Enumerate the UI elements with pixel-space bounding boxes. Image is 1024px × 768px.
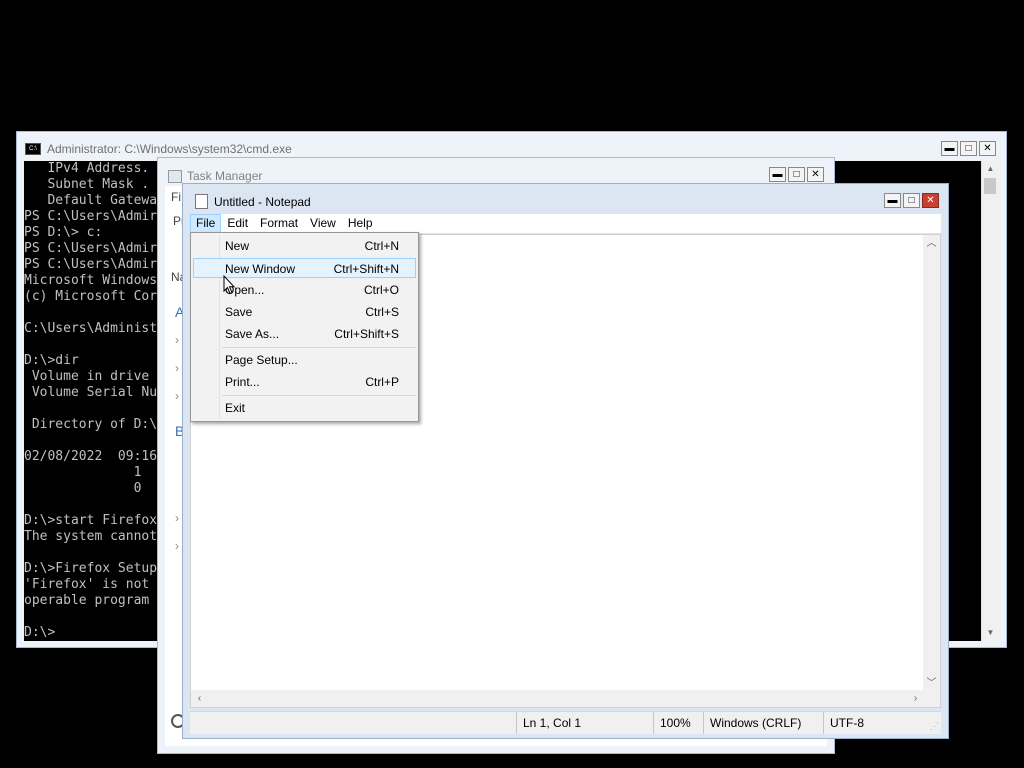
- notepad-titlebar[interactable]: Untitled - Notepad: [195, 194, 311, 209]
- menu-item-label: New Window: [225, 262, 296, 276]
- expand-chevron-icon[interactable]: ›: [175, 361, 179, 375]
- expand-chevron-icon[interactable]: ›: [175, 539, 179, 553]
- menu-separator: [222, 347, 416, 348]
- menu-view[interactable]: View: [304, 214, 342, 233]
- notepad-title: Untitled - Notepad: [214, 194, 311, 209]
- cmd-maximize-button[interactable]: □: [960, 141, 977, 156]
- menu-edit[interactable]: Edit: [221, 214, 254, 233]
- status-position: Ln 1, Col 1: [516, 712, 641, 734]
- task-manager-icon: [168, 169, 182, 183]
- status-line-ending: Windows (CRLF): [703, 712, 820, 734]
- mouse-pointer-icon: [223, 275, 235, 295]
- notepad-status-bar: Ln 1, Col 1 100% Windows (CRLF) UTF-8 ⋰: [190, 711, 941, 734]
- menu-file[interactable]: File: [190, 214, 222, 233]
- menu-item-shortcut: Ctrl+S: [365, 305, 399, 319]
- expand-chevron-icon[interactable]: ›: [175, 389, 179, 403]
- file-menu-dropdown: New Ctrl+N New Window Ctrl+Shift+N Open.…: [190, 232, 419, 422]
- menu-help[interactable]: Help: [342, 214, 379, 233]
- notepad-maximize-button[interactable]: □: [903, 193, 920, 208]
- notepad-icon: [195, 194, 208, 209]
- tm-minimize-button[interactable]: ▬: [769, 167, 786, 182]
- scroll-up-icon[interactable]: ︿: [923, 235, 940, 252]
- notepad-vertical-scrollbar[interactable]: ︿ ﹀: [923, 235, 940, 692]
- cmd-close-button[interactable]: ✕: [979, 141, 996, 156]
- menu-item-label: Exit: [225, 401, 246, 415]
- menu-item-shortcut: Ctrl+Shift+N: [333, 262, 399, 276]
- menu-item-new[interactable]: New Ctrl+N: [193, 236, 416, 256]
- menu-item-label: Page Setup...: [225, 353, 298, 367]
- cmd-scroll-thumb[interactable]: [984, 178, 996, 194]
- expand-chevron-icon[interactable]: ›: [175, 333, 179, 347]
- task-manager-title: Task Manager: [187, 169, 263, 183]
- notepad-menubar: File Edit Format View Help: [190, 214, 941, 233]
- scroll-right-icon[interactable]: ›: [907, 690, 924, 707]
- menu-item-label: Save: [225, 305, 253, 319]
- tm-maximize-button[interactable]: □: [788, 167, 805, 182]
- cmd-titlebar[interactable]: C:\ Administrator: C:\Windows\system32\c…: [25, 142, 292, 156]
- notepad-horizontal-scrollbar[interactable]: ‹ ›: [191, 690, 924, 707]
- menu-item-label: Save As...: [225, 327, 280, 341]
- menu-item-exit[interactable]: Exit: [193, 398, 416, 418]
- notepad-close-button[interactable]: ✕: [922, 193, 939, 208]
- menu-item-label: Print...: [225, 375, 260, 389]
- menu-item-shortcut: Ctrl+N: [364, 239, 399, 253]
- expand-chevron-icon[interactable]: ›: [175, 511, 179, 525]
- cmd-scrollbar[interactable]: ▲ ▼: [981, 161, 999, 641]
- scroll-left-icon[interactable]: ‹: [191, 690, 208, 707]
- menu-item-save[interactable]: Save Ctrl+S: [193, 302, 416, 322]
- resize-grip-icon[interactable]: ⋰: [927, 720, 939, 732]
- cmd-icon: C:\: [25, 143, 41, 155]
- scroll-down-icon[interactable]: ▼: [982, 625, 999, 641]
- menu-item-print[interactable]: Print... Ctrl+P: [193, 372, 416, 392]
- status-encoding: UTF-8: [823, 712, 920, 734]
- menu-separator: [222, 395, 416, 396]
- menu-item-shortcut: Ctrl+P: [365, 375, 399, 389]
- menu-item-save-as[interactable]: Save As... Ctrl+Shift+S: [193, 324, 416, 344]
- menu-item-shortcut: Ctrl+O: [363, 283, 399, 297]
- cmd-title: Administrator: C:\Windows\system32\cmd.e…: [47, 142, 292, 156]
- menu-item-label: New: [225, 239, 250, 253]
- menu-format[interactable]: Format: [254, 214, 304, 233]
- menu-item-shortcut: Ctrl+Shift+S: [334, 327, 399, 341]
- menu-item-page-setup[interactable]: Page Setup...: [193, 350, 416, 370]
- task-manager-titlebar[interactable]: Task Manager: [168, 169, 262, 183]
- scroll-up-icon[interactable]: ▲: [982, 161, 999, 177]
- cmd-minimize-button[interactable]: ▬: [941, 141, 958, 156]
- tm-close-button[interactable]: ✕: [807, 167, 824, 182]
- status-zoom: 100%: [653, 712, 702, 734]
- scrollbar-corner: [923, 690, 940, 707]
- notepad-minimize-button[interactable]: ▬: [884, 193, 901, 208]
- tm-menu-file[interactable]: Fi: [171, 190, 181, 204]
